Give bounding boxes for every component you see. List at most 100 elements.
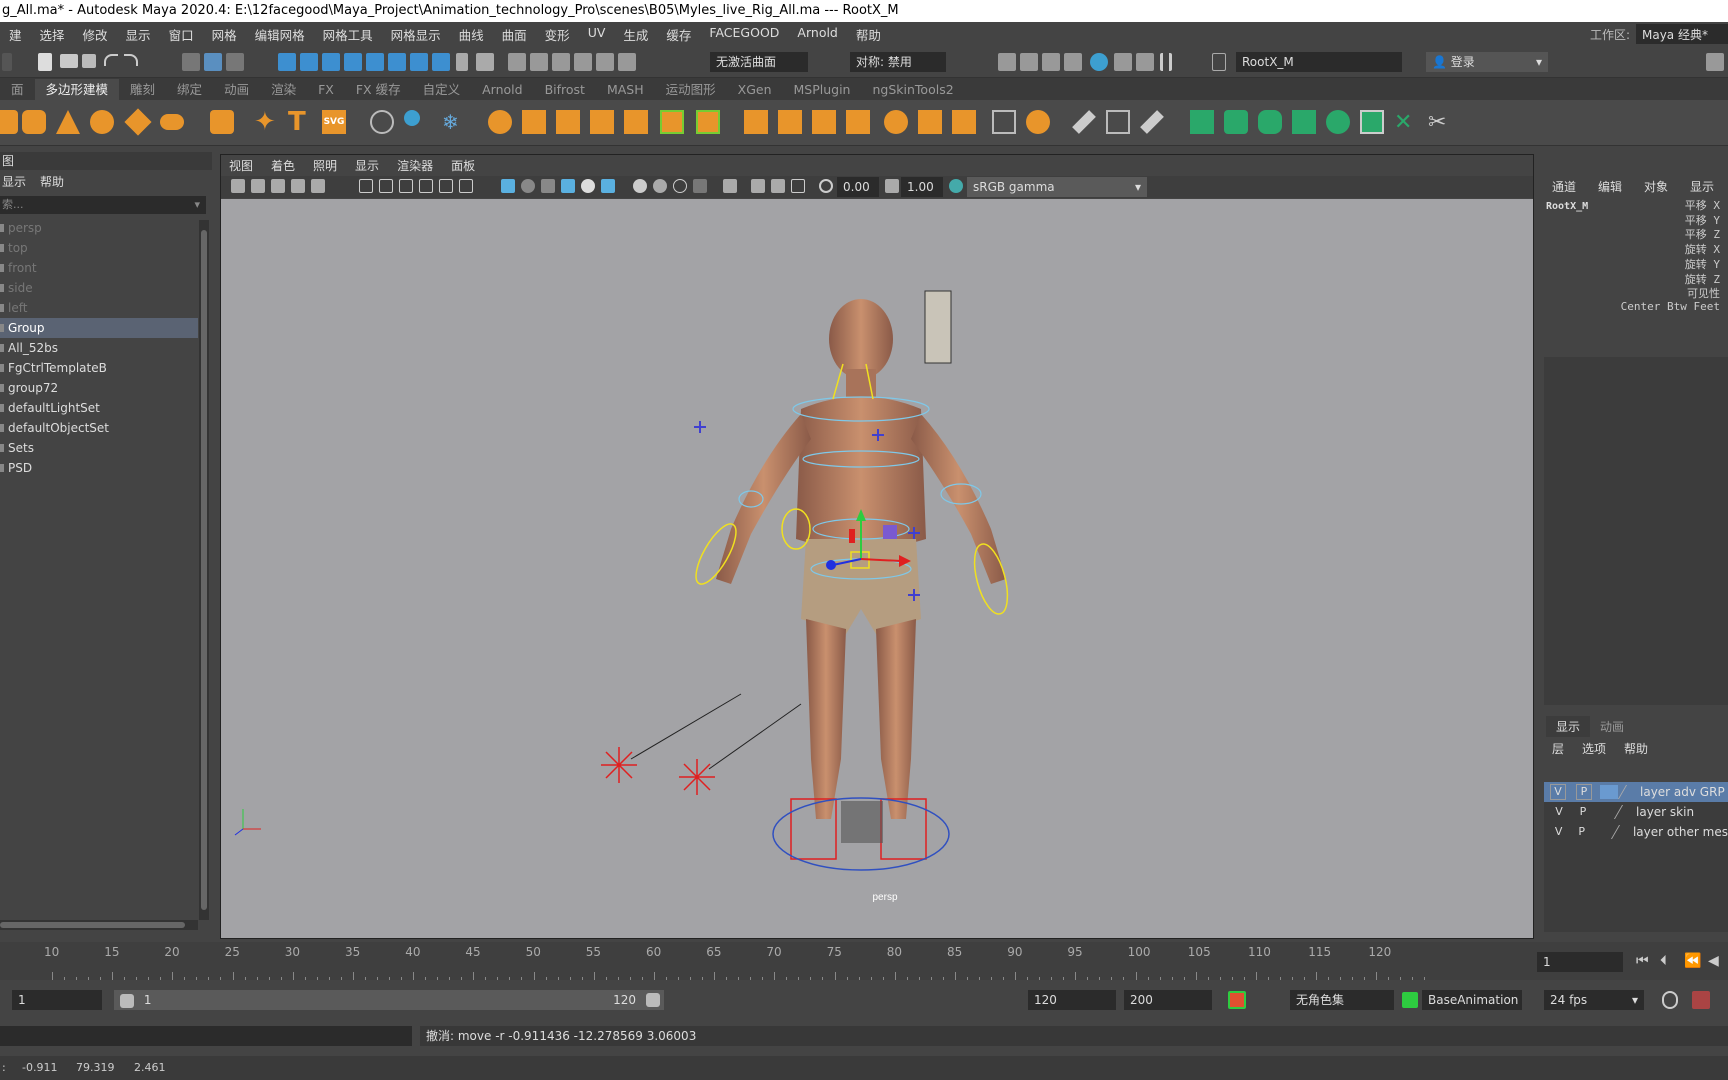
menu-item[interactable]: 选择 <box>31 25 74 44</box>
select-object-icon[interactable] <box>204 53 222 71</box>
resolution-gate-icon[interactable] <box>399 179 413 193</box>
shelf-tab[interactable]: Arnold <box>471 79 533 100</box>
channel-attr[interactable]: 平移 Z <box>1685 226 1720 242</box>
outliner-vscroll[interactable] <box>199 220 209 920</box>
uv-auto-icon[interactable] <box>1292 110 1316 134</box>
select-hierarchy-icon[interactable] <box>182 53 200 71</box>
outliner-item[interactable]: FgCtrlTemplateB <box>0 358 198 378</box>
workspace-dropdown[interactable]: Maya 经典* <box>1636 24 1728 44</box>
outliner-item[interactable]: Group <box>0 318 198 338</box>
shelf-tab[interactable]: 自定义 <box>412 79 472 100</box>
menu-item[interactable]: 建 <box>0 25 31 44</box>
outliner-item[interactable]: top <box>0 238 198 258</box>
aa-icon[interactable] <box>673 179 687 193</box>
login-dropdown[interactable]: 👤 登录 ▾ <box>1426 52 1548 72</box>
menu-item[interactable]: 曲面 <box>493 25 536 44</box>
bridge-icon[interactable] <box>696 110 720 134</box>
fps-dropdown[interactable]: 24 fps ▾ <box>1544 990 1644 1010</box>
film-gate-icon[interactable] <box>379 179 393 193</box>
shelf-tab[interactable]: 面 <box>0 79 35 100</box>
center-pivot-icon[interactable]: ❄ <box>442 110 466 134</box>
gamma-field[interactable]: 1.00 <box>901 177 943 197</box>
poly-plane-icon[interactable] <box>124 108 152 136</box>
dof-icon[interactable] <box>693 179 707 193</box>
shelf-tab[interactable]: 雕刻 <box>119 79 166 100</box>
open-scene-icon[interactable] <box>60 54 78 68</box>
channel-menu-item[interactable]: 对象 <box>1644 178 1668 195</box>
snap-grid-icon[interactable] <box>278 53 296 71</box>
xray-icon[interactable] <box>561 179 575 193</box>
layer-playback-toggle[interactable]: P <box>1574 802 1592 822</box>
uv-planar-icon[interactable] <box>1190 110 1214 134</box>
uv-spherical-icon[interactable] <box>1258 110 1282 134</box>
chevron-down-icon[interactable]: ▾ <box>194 196 200 214</box>
uv-unfold-icon[interactable] <box>1326 110 1350 134</box>
outliner-item[interactable]: group72 <box>0 378 198 398</box>
snap-surface-icon[interactable] <box>366 53 384 71</box>
channel-attr[interactable]: 旋转 X <box>1685 241 1720 257</box>
grid-toggle-icon[interactable] <box>359 179 373 193</box>
uv-sew-icon[interactable]: ✂ <box>1428 110 1452 135</box>
outliner-item[interactable]: defaultObjectSet <box>0 418 198 438</box>
channel-menu-item[interactable]: 显示 <box>1690 178 1714 195</box>
lights-icon[interactable] <box>581 179 595 193</box>
command-input[interactable] <box>0 1026 412 1046</box>
outliner-item[interactable]: defaultLightSet <box>0 398 198 418</box>
viewport-menu-item[interactable]: 渲染器 <box>397 157 433 174</box>
outliner-search[interactable]: 索... ▾ <box>0 196 206 214</box>
character-set-dropdown[interactable]: 无角色集 <box>1290 990 1394 1010</box>
shelf-tab[interactable]: FX <box>307 79 345 100</box>
shelf-tab[interactable]: Bifrost <box>534 79 596 100</box>
menu-item[interactable]: 网格显示 <box>382 25 450 44</box>
outliner-item[interactable]: All_52bs <box>0 338 198 358</box>
viewport-menu-item[interactable]: 着色 <box>271 157 295 174</box>
layer-visibility-toggle[interactable]: V <box>1550 822 1567 842</box>
step-back-icon[interactable]: ⏴ <box>1660 953 1667 969</box>
range-handle-start[interactable] <box>120 993 134 1008</box>
save-scene-icon[interactable] <box>82 54 96 68</box>
fill-hole-icon[interactable] <box>778 110 802 134</box>
workspace-layout-icon[interactable] <box>1706 53 1724 71</box>
live-surface-field[interactable]: 无激活曲面 <box>710 52 808 72</box>
mirror-icon[interactable] <box>404 110 420 126</box>
mode-dropdown-icon[interactable] <box>2 53 12 71</box>
arnold-icon[interactable] <box>1090 53 1108 71</box>
snap-point-icon[interactable] <box>322 53 340 71</box>
layer-color-swatch[interactable] <box>1594 825 1611 839</box>
motion-blur-icon[interactable] <box>653 179 667 193</box>
refresh-icon[interactable] <box>618 53 636 71</box>
channel-attr[interactable]: 可见性 <box>1687 285 1720 301</box>
soft-select-icon[interactable] <box>1026 110 1050 134</box>
outliner-menu-item[interactable]: 显示 <box>2 173 26 190</box>
layer-row[interactable]: V Player other mes <box>1544 822 1728 842</box>
output-icon[interactable] <box>574 53 592 71</box>
poly-disc-icon[interactable] <box>160 114 184 130</box>
field-chart-icon[interactable] <box>439 179 453 193</box>
render-settings-icon[interactable] <box>1064 53 1082 71</box>
isolate-icon[interactable] <box>723 179 737 193</box>
menu-item[interactable]: 网格 <box>203 25 246 44</box>
symmetry-dropdown[interactable]: 对称: 禁用 <box>850 52 946 72</box>
poly-cube-icon[interactable] <box>0 110 18 134</box>
input-icon[interactable] <box>552 53 570 71</box>
shelf-tab[interactable]: ngSkinTools2 <box>861 79 964 100</box>
channel-attr[interactable]: 旋转 Z <box>1685 271 1720 287</box>
camera-attr-icon[interactable] <box>251 179 265 193</box>
layer-tab[interactable]: 动画 <box>1590 716 1634 737</box>
xray-active-icon[interactable] <box>771 179 785 193</box>
collapse-icon[interactable] <box>846 110 870 134</box>
gate-icon[interactable] <box>311 179 325 193</box>
target-weld-icon[interactable] <box>952 110 976 134</box>
pen-icon[interactable] <box>1072 110 1096 134</box>
playback-end-field[interactable]: 120 <box>1028 990 1116 1010</box>
arnold-render-icon[interactable] <box>1136 53 1154 71</box>
channel-attr[interactable]: 平移 Y <box>1685 212 1720 228</box>
go-to-start-icon[interactable]: ⏮ <box>1636 953 1649 969</box>
shelf-tab[interactable]: FX 缓存 <box>345 79 412 100</box>
crop-icon[interactable] <box>1106 110 1130 134</box>
multi-cut-icon[interactable] <box>918 110 942 134</box>
rig-picker-widget[interactable] <box>924 290 952 364</box>
smooth-icon[interactable] <box>556 110 580 134</box>
quad-draw-icon[interactable] <box>992 110 1016 134</box>
select-component-icon[interactable] <box>226 53 244 71</box>
